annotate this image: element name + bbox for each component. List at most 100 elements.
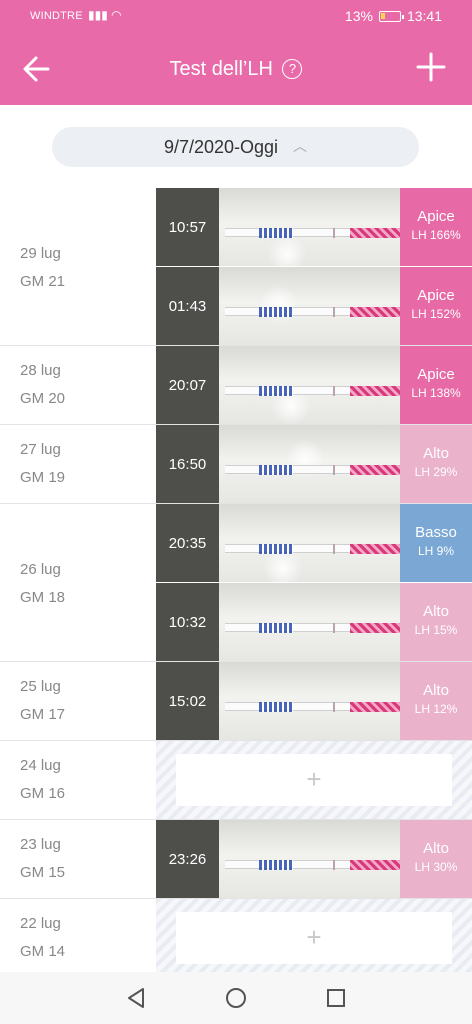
list-item: 22 lug GM 14 + [0,899,472,978]
day-date: 23 lug [20,836,61,853]
test-time: 16:50 [156,425,219,503]
status-right: 13% 13:41 [345,8,442,24]
battery-icon [378,10,404,22]
result-badge: Alto LH 30% [400,820,472,898]
list-item: 26 lug GM 18 20:35 Basso LH 9% 10:32 Alt… [0,504,472,662]
date-range-filter[interactable]: 9/7/2020-Oggi ︿ [52,127,419,167]
date-range-label: 9/7/2020-Oggi [163,137,279,157]
test-time: 23:26 [156,820,219,898]
list-item: 27 lug GM 19 16:50 Alto LH 29% [0,425,472,504]
test-time: 20:35 [156,504,219,582]
test-strip-photo [219,346,400,424]
result-level: Alto [423,682,449,699]
result-lh: LH 138% [411,386,461,400]
empty-day-slot: + [156,899,472,977]
test-entry[interactable]: 10:57 Apice LH 166% [156,188,472,266]
day-date: 26 lug [20,561,61,578]
result-level: Alto [423,445,449,462]
list-item: 25 lug GM 17 15:02 Alto LH 12% [0,662,472,741]
add-test-button[interactable]: + [176,754,452,806]
test-entry[interactable]: 15:02 Alto LH 12% [156,662,472,740]
day-label: 27 lug GM 19 [20,436,150,492]
result-level: Apice [417,366,455,383]
test-list: 29 lug GM 21 10:57 Apice LH 166% 01:43 A… [0,188,472,978]
day-label: 23 lug GM 15 [20,831,150,887]
list-item: 28 lug GM 20 20:07 Apice LH 138% [0,346,472,425]
test-entry[interactable]: 16:50 Alto LH 29% [156,425,472,503]
status-bar: WINDTRE ▮▮▮ ◠ 13% 13:41 [0,0,472,34]
test-strip-photo [219,820,400,898]
test-entry[interactable]: 10:32 Alto LH 15% [156,583,472,661]
test-time: 01:43 [156,267,219,345]
test-time: 10:57 [156,188,219,266]
test-time: 10:32 [156,583,219,661]
result-badge: Basso LH 9% [400,504,472,582]
day-cycle: GM 20 [20,390,66,407]
result-badge: Apice LH 138% [400,346,472,424]
page-title: Test dell’LH ? [0,58,472,81]
day-label: 25 lug GM 17 [20,673,150,729]
result-badge: Apice LH 152% [400,267,472,345]
result-badge: Alto LH 12% [400,662,472,740]
day-date: 27 lug [20,441,61,458]
day-label: 26 lug GM 18 [20,556,150,612]
list-item: 29 lug GM 21 10:57 Apice LH 166% 01:43 A… [0,188,472,346]
test-strip-photo [219,425,400,503]
chevron-up-icon: ︿ [293,138,308,154]
back-triangle-icon[interactable] [124,986,148,1010]
day-cycle: GM 21 [20,273,66,290]
page-title-text: Test dell’LH [169,58,273,80]
clock: 13:41 [406,8,442,24]
result-level: Apice [417,208,455,225]
day-cycle: GM 19 [20,469,66,486]
test-strip-photo [219,188,400,266]
recents-square-icon[interactable] [324,986,348,1010]
day-label: 24 lug GM 16 [20,752,150,808]
day-cycle: GM 16 [20,785,66,802]
signal-wifi-icons: ▮▮▮ ◠ [88,8,122,22]
home-circle-icon[interactable] [224,986,248,1010]
test-entry[interactable]: 20:07 Apice LH 138% [156,346,472,424]
day-date: 22 lug [20,915,61,932]
app-header: WINDTRE ▮▮▮ ◠ 13% 13:41 Test dell’LH ? [0,0,472,105]
result-badge: Alto LH 29% [400,425,472,503]
result-lh: LH 166% [411,228,461,242]
plus-icon[interactable] [414,50,448,84]
result-lh: LH 30% [414,860,458,874]
test-strip-photo [219,267,400,345]
result-lh: LH 15% [414,623,458,637]
result-lh: LH 29% [414,465,458,479]
result-badge: Alto LH 15% [400,583,472,661]
day-cycle: GM 15 [20,864,66,881]
test-time: 20:07 [156,346,219,424]
day-label: 28 lug GM 20 [20,357,150,413]
test-entry[interactable]: 23:26 Alto LH 30% [156,820,472,898]
test-time: 15:02 [156,662,219,740]
test-strip-photo [219,662,400,740]
day-label: 29 lug GM 21 [20,240,150,296]
test-entry[interactable]: 20:35 Basso LH 9% [156,504,472,582]
list-item: 23 lug GM 15 23:26 Alto LH 30% [0,820,472,899]
day-date: 24 lug [20,757,61,774]
day-date: 28 lug [20,362,61,379]
result-level: Basso [415,524,457,541]
day-date: 25 lug [20,678,61,695]
day-date: 29 lug [20,245,61,262]
result-level: Alto [423,840,449,857]
result-level: Alto [423,603,449,620]
empty-day-slot: + [156,741,472,819]
result-level: Apice [417,287,455,304]
system-nav-bar [0,972,472,1024]
battery-percent: 13% [344,8,373,24]
result-lh: LH 12% [414,702,458,716]
day-label: 22 lug GM 14 [20,910,150,966]
day-cycle: GM 18 [20,589,66,606]
test-strip-photo [219,583,400,661]
result-lh: LH 152% [411,307,461,321]
result-lh: LH 9% [417,544,455,558]
help-icon[interactable]: ? [282,59,303,79]
result-badge: Apice LH 166% [400,188,472,266]
test-entry[interactable]: 01:43 Apice LH 152% [156,267,472,345]
add-test-button[interactable]: + [176,912,452,964]
carrier-name: WINDTRE [30,10,83,22]
